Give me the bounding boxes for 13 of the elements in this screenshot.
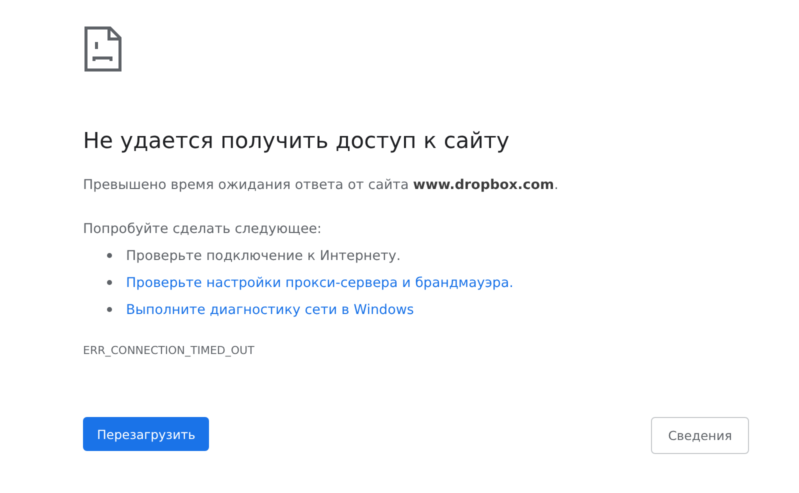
details-button[interactable]: Сведения [651, 417, 749, 454]
sad-page-icon [84, 26, 122, 72]
bullet-icon [107, 253, 112, 258]
error-code: ERR_CONNECTION_TIMED_OUT [83, 343, 256, 359]
error-summary: Превышено время ожидания ответа от сайта www.dropbox.com. [83, 176, 560, 195]
error-heading: Не удается получить доступ к сайту [83, 128, 510, 156]
suggestion-link[interactable]: Проверьте настройки прокси-сервера и брандмауэра. [126, 272, 514, 292]
bullet-icon [107, 280, 112, 285]
suggestion-link[interactable]: Выполните диагностику сети в Windows [126, 300, 414, 320]
bullet-icon [107, 307, 112, 312]
suggestion-text: Проверьте подключение к Интернету. [126, 246, 401, 266]
reload-button[interactable]: Перезагрузить [83, 417, 210, 451]
suggestions-title: Попробуйте сделать следующее: [83, 220, 323, 239]
